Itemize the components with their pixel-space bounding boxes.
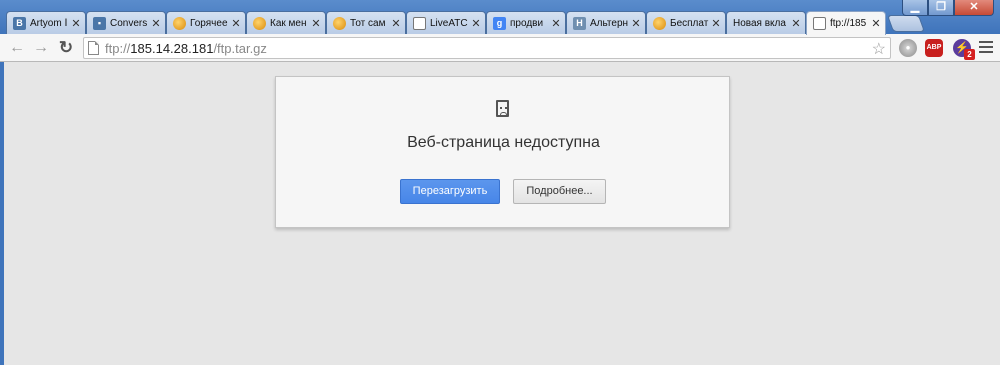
tab-label: Тот сам — [350, 17, 386, 29]
tab-label: Бесплат — [670, 17, 709, 29]
tab-ftp-active[interactable]: ftp://185 ✕ — [806, 11, 886, 35]
error-title: Веб-страница недоступна — [407, 134, 600, 151]
window-edge — [0, 62, 4, 365]
tab-close-icon[interactable]: ✕ — [151, 17, 161, 30]
menu-icon[interactable] — [979, 41, 993, 56]
url-host: 185.14.28.181 — [130, 40, 214, 56]
orange-ball-icon — [653, 16, 666, 30]
tab-close-icon[interactable]: ✕ — [791, 17, 801, 30]
tab-conversation[interactable]: ▪ Convers ✕ — [86, 11, 166, 34]
habr-icon: H — [573, 16, 586, 30]
tab-close-icon[interactable]: ✕ — [471, 17, 481, 30]
tab-label: Как мен — [270, 17, 307, 29]
sad-page-icon — [496, 100, 509, 117]
maximize-button[interactable]: ❐ — [928, 0, 954, 16]
browser-toolbar: ← → ↻ ftp://185.14.28.181/ftp.tar.gz ☆ ●… — [0, 34, 1000, 62]
reload-page-button[interactable]: Перезагрузить — [400, 179, 500, 204]
google-icon: g — [493, 16, 506, 30]
details-button[interactable]: Подробнее... — [513, 179, 606, 204]
tab-close-icon[interactable]: ✕ — [551, 17, 561, 30]
tab-hot[interactable]: Горячее ✕ — [166, 11, 246, 34]
address-bar[interactable]: ftp://185.14.28.181/ftp.tar.gz ☆ — [83, 37, 891, 59]
shield-extension-icon[interactable]: ● — [899, 39, 917, 57]
orange-ball-icon — [333, 16, 346, 30]
tab-how[interactable]: Как мен ✕ — [246, 11, 326, 34]
url-scheme: ftp:// — [105, 40, 131, 56]
vk-icon: В — [13, 16, 26, 30]
document-icon — [413, 16, 426, 30]
document-icon — [813, 17, 826, 30]
tab-google[interactable]: g продви ✕ — [486, 11, 566, 34]
forward-button[interactable]: → — [32, 39, 50, 57]
tab-new[interactable]: Новая вкла ✕ — [726, 11, 806, 34]
tab-strip: В Artyom Ⅰ ✕ ▪ Convers ✕ Горячее ✕ Как м… — [6, 11, 926, 35]
tab-liveatc[interactable]: LiveATC ✕ — [406, 11, 486, 34]
tab-close-icon[interactable]: ✕ — [711, 17, 721, 30]
tab-same[interactable]: Тот сам ✕ — [326, 11, 406, 34]
tab-close-icon[interactable]: ✕ — [71, 17, 81, 30]
tab-vk[interactable]: В Artyom Ⅰ ✕ — [6, 11, 86, 34]
error-panel: Веб-страница недоступна Перезагрузить По… — [275, 76, 730, 228]
orange-ball-icon — [173, 16, 186, 30]
tab-label: ftp://185 — [830, 18, 867, 29]
tab-label: Artyom Ⅰ — [30, 17, 68, 29]
tab-label: продви — [510, 17, 544, 29]
page-icon — [88, 41, 99, 55]
notification-badge: 2 — [964, 49, 975, 60]
tab-label: Горячее — [190, 17, 228, 29]
tab-close-icon[interactable]: ✕ — [631, 17, 641, 30]
bookmark-star-icon[interactable]: ☆ — [872, 39, 886, 59]
tab-label: LiveATC — [430, 17, 468, 29]
reload-button[interactable]: ↻ — [57, 39, 75, 57]
speech-bubble-icon: ▪ — [93, 16, 106, 30]
tab-label: Новая вкла — [733, 17, 786, 29]
title-bar: В Artyom Ⅰ ✕ ▪ Convers ✕ Горячее ✕ Как м… — [0, 0, 1000, 35]
tab-close-icon[interactable]: ✕ — [311, 17, 321, 30]
new-tab-button[interactable] — [886, 15, 926, 32]
tab-close-icon[interactable]: ✕ — [871, 17, 881, 30]
tab-close-icon[interactable]: ✕ — [391, 17, 401, 30]
url-path: /ftp.tar.gz — [213, 40, 267, 56]
tab-label: Convers — [110, 17, 148, 29]
close-window-button[interactable]: ✕ — [954, 0, 994, 16]
window-controls: ▁ ❐ ✕ — [902, 0, 994, 16]
tab-alternative[interactable]: H Альтерн ✕ — [566, 11, 646, 34]
minimize-button[interactable]: ▁ — [902, 0, 928, 16]
tab-free[interactable]: Бесплат ✕ — [646, 11, 726, 34]
orange-ball-icon — [253, 16, 266, 30]
tab-label: Альтерн — [590, 17, 629, 29]
tab-close-icon[interactable]: ✕ — [231, 17, 241, 30]
back-button[interactable]: ← — [8, 39, 26, 57]
adblock-plus-icon[interactable]: ABP — [925, 39, 943, 57]
